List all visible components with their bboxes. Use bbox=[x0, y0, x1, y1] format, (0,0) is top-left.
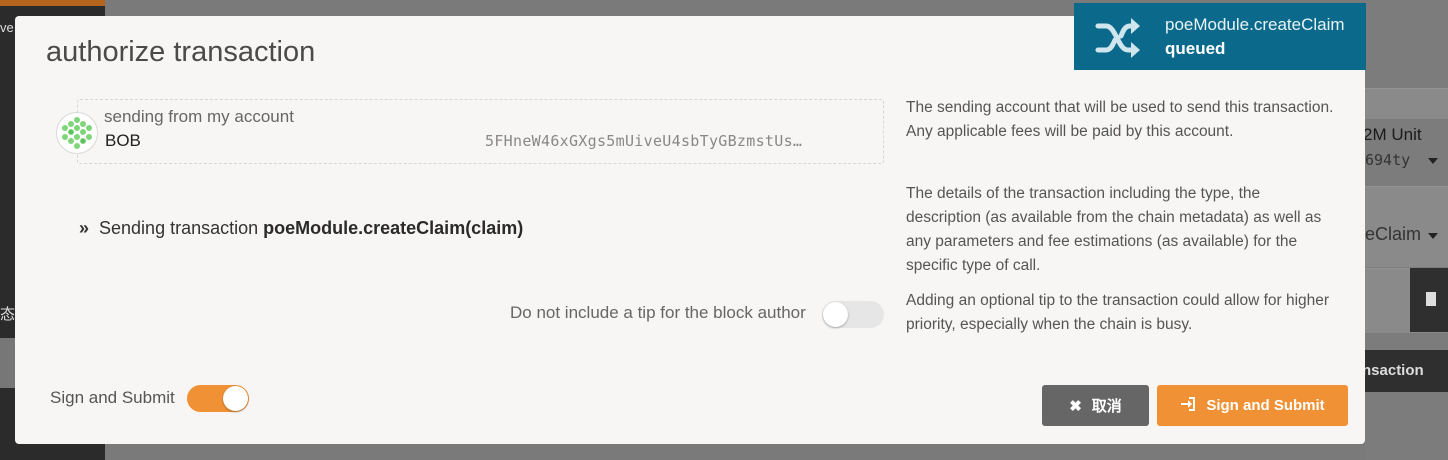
modal-title: authorize transaction bbox=[46, 36, 316, 68]
account-help-text: The sending account that will be used to… bbox=[906, 99, 1334, 140]
toggle-knob bbox=[223, 386, 248, 411]
background-address: 694ty bbox=[1365, 151, 1411, 169]
tip-help-text: Adding an optional tip to the transactio… bbox=[906, 292, 1330, 333]
background-unit-label: 2M Unit bbox=[1363, 125, 1422, 144]
notification-title: poeModule.createClaim bbox=[1165, 15, 1345, 34]
double-chevron-right-icon: » bbox=[79, 218, 90, 238]
account-name: BOB bbox=[105, 131, 141, 150]
close-icon: ✖ bbox=[1069, 397, 1082, 415]
background-selected-call: eClaim bbox=[1365, 224, 1422, 244]
cancel-button-label: 取消 bbox=[1091, 398, 1122, 415]
sidebar-text: 态 bbox=[0, 306, 16, 323]
account-label: sending from my account bbox=[104, 107, 294, 126]
sign-and-submit-toggle[interactable] bbox=[187, 385, 249, 412]
shuffle-icon bbox=[1094, 16, 1142, 60]
sign-and-submit-button[interactable]: Sign and Submit bbox=[1157, 385, 1348, 426]
transaction-call: poeModule.createClaim(claim) bbox=[263, 218, 524, 238]
notification-status: queued bbox=[1165, 39, 1226, 58]
tip-toggle-label: Do not include a tip for the block autho… bbox=[510, 303, 806, 322]
sidebar-accent-bar bbox=[0, 0, 105, 6]
chevron-down-icon bbox=[1428, 158, 1438, 164]
sidebar-text: ve bbox=[0, 20, 14, 35]
document-icon bbox=[1426, 292, 1436, 306]
account-address: 5FHneW46xGXgs5mUiveU4sbTyGBzmstUs… bbox=[485, 132, 803, 150]
sign-and-submit-button-label: Sign and Submit bbox=[1206, 397, 1325, 414]
sign-toggle-label: Sign and Submit bbox=[50, 388, 175, 407]
transaction-status-notification[interactable]: poeModule.createClaim queued bbox=[1074, 3, 1366, 70]
sign-in-icon bbox=[1180, 396, 1196, 415]
cancel-button[interactable]: ✖ 取消 bbox=[1042, 385, 1149, 426]
toggle-knob bbox=[823, 302, 848, 327]
authorize-transaction-modal: authorize transaction sending from my ac… bbox=[15, 16, 1365, 444]
tip-toggle[interactable] bbox=[822, 301, 884, 328]
account-avatar bbox=[56, 112, 98, 154]
identicon-icon bbox=[59, 115, 95, 151]
transaction-summary[interactable]: » Sending transaction poeModule.createCla… bbox=[79, 218, 523, 239]
chevron-down-icon bbox=[1428, 233, 1438, 239]
background-card bbox=[1365, 88, 1448, 119]
transaction-prefix: Sending transaction bbox=[99, 218, 259, 238]
details-help-text: The details of the transaction including… bbox=[906, 185, 1322, 274]
